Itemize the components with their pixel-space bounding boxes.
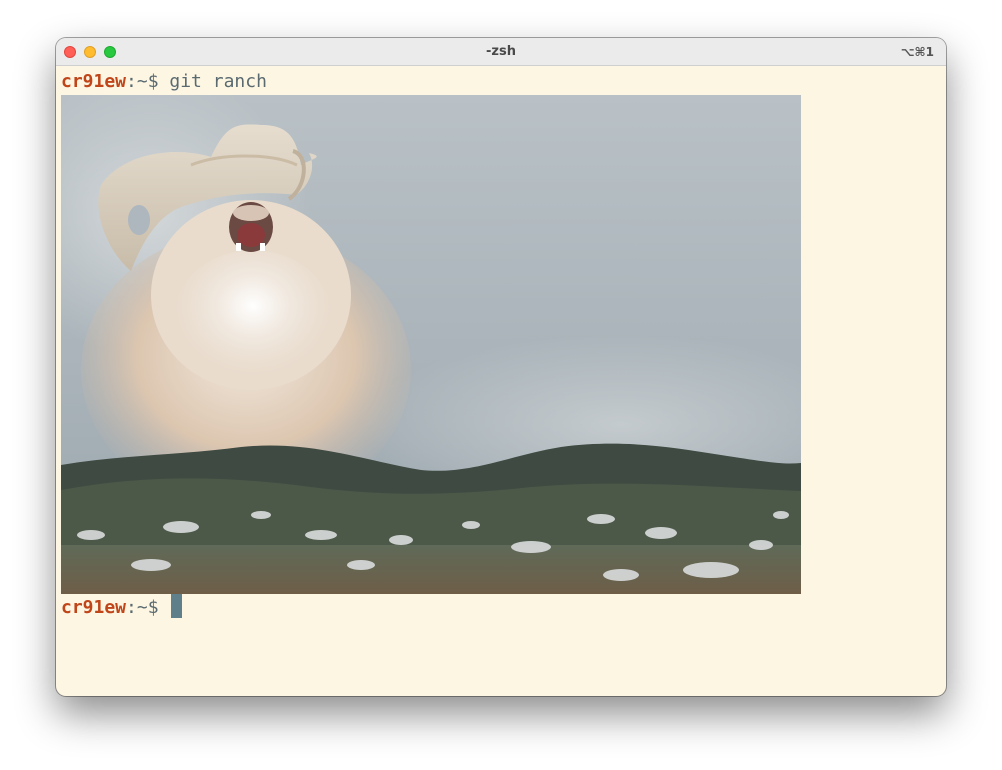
prompt-host: cr91ew — [61, 597, 127, 618]
prompt-path: :~$ — [126, 597, 159, 618]
command-text — [159, 597, 170, 618]
prompt-line[interactable]: cr91ew:~$ — [61, 594, 946, 620]
terminal-content[interactable]: cr91ew:~$ git ranch cr91ew:~$ — [61, 69, 946, 696]
window-title: -zsh — [486, 44, 516, 59]
text-cursor — [171, 594, 183, 618]
command-text: git ranch — [158, 71, 267, 92]
window-shortcut: ⌥⌘1 — [900, 45, 934, 59]
cowboy-cat-image — [61, 95, 801, 594]
title-bar[interactable]: -zsh ⌥⌘1 — [56, 38, 946, 66]
prompt-host: cr91ew — [61, 71, 127, 92]
prompt-path: :~$ — [126, 71, 159, 92]
command-line: cr91ew:~$ git ranch — [61, 69, 946, 95]
terminal-window: -zsh ⌥⌘1 cr91ew:~$ git ranch cr91ew:~$ — [56, 38, 946, 696]
